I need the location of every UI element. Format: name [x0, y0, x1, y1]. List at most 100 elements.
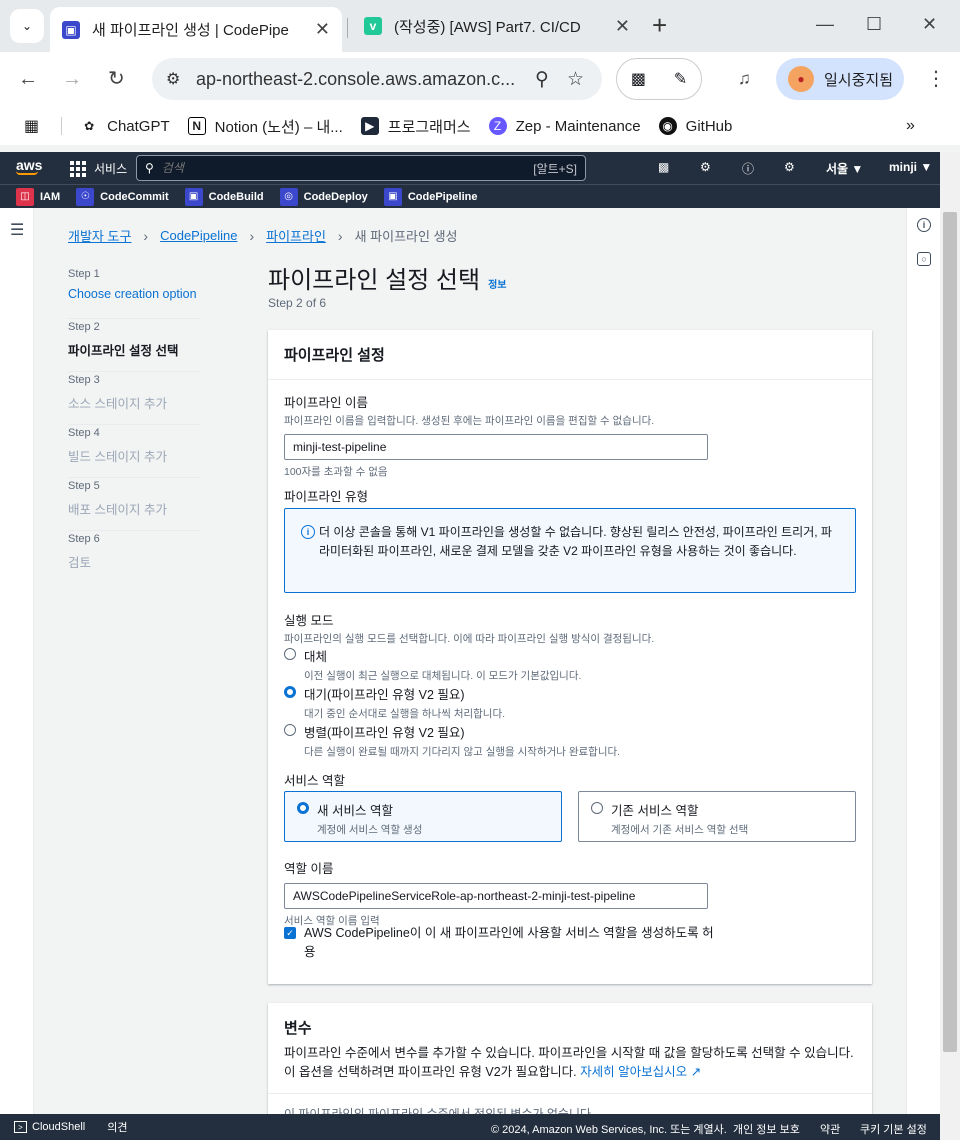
role-tile-new[interactable]: 새 서비스 역할 계정에 서비스 역할 생성 — [284, 791, 562, 842]
page-subtitle: Step 2 of 6 — [268, 296, 327, 310]
chatgpt-icon: ✿ — [84, 119, 95, 133]
aws-logo[interactable]: aws — [16, 157, 42, 175]
url-text[interactable]: ap-northeast-2.console.aws.amazon.c... — [196, 69, 535, 90]
breadcrumb: 개발자 도구 › CodePipeline › 파이프라인 › 새 파이프라인 … — [68, 226, 458, 245]
radio-button-selected[interactable] — [297, 802, 309, 814]
more-bookmarks-icon[interactable]: » — [906, 117, 915, 135]
bookmark-star-icon[interactable]: ☆ — [567, 68, 584, 91]
forward-icon[interactable]: → — [62, 68, 82, 90]
zep-icon: Z — [488, 117, 507, 135]
profile-paused-button[interactable]: ● 일시중지됨 — [776, 58, 904, 100]
favorite-codebuild[interactable]: ▣ CodeBuild — [184, 187, 264, 206]
notifications-bell-icon[interactable]: ⚙ — [700, 160, 711, 174]
privacy-link[interactable]: 개인 정보 보호 — [733, 1121, 800, 1137]
extension-icon[interactable]: ▩ — [631, 69, 646, 89]
page-title-row: 파이프라인 설정 선택 정보 — [268, 260, 506, 295]
breadcrumb-codepipeline[interactable]: CodePipeline — [160, 228, 237, 243]
bookmark-programmers[interactable]: ▶ 프로그래머스 — [360, 116, 471, 137]
avatar: ● — [788, 66, 814, 92]
radio-button-selected[interactable] — [284, 686, 296, 698]
field-label: 실행 모드 — [284, 614, 334, 628]
field-label: 역할 이름 — [284, 862, 334, 876]
close-window-icon[interactable]: ✕ — [922, 14, 937, 35]
favorite-iam[interactable]: ◫ IAM — [16, 187, 60, 206]
mode-option-superseded[interactable]: 대체 이전 실행이 최근 실행으로 대체됩니다. 이 모드가 기본값입니다. — [284, 646, 581, 683]
maximize-icon[interactable]: ☐ — [866, 14, 882, 35]
hamburger-menu-icon[interactable]: ☰ — [10, 220, 24, 240]
account-menu[interactable]: minji ▼ — [889, 160, 932, 174]
right-side-rail: i ○ — [906, 208, 940, 1114]
aws-logo-text: aws — [16, 157, 43, 173]
tile-title: 기존 서비스 역할 — [611, 804, 699, 818]
chevron-right-icon: › — [249, 227, 255, 244]
services-menu[interactable]: 서비스 — [70, 160, 127, 177]
settings-gear-icon[interactable]: ⚙ — [784, 160, 795, 174]
tab-title: (작성중) [AWS] Part7. CI/CD — [394, 18, 581, 36]
bookmark-chatgpt[interactable]: ✿ ChatGPT — [80, 117, 170, 135]
browser-tab-active[interactable]: ▣ 새 파이프라인 생성 | CodePipe ✕ — [50, 7, 342, 52]
bookmarks-bar: ▦ ✿ ChatGPT N Notion (노션) – 내... ▶ 프로그래머… — [0, 107, 960, 145]
role-name-input[interactable] — [284, 883, 708, 909]
chevron-down-icon: ⌄ — [21, 19, 33, 33]
mode-option-queued[interactable]: 대기(파이프라인 유형 V2 필요) 대기 중인 순서대로 실행을 하나씩 처리합… — [284, 684, 505, 721]
favorite-label: CodePipeline — [407, 190, 478, 203]
info-link[interactable]: 정보 — [488, 276, 506, 291]
step-label: 검토 — [68, 556, 92, 570]
breadcrumb-pipelines[interactable]: 파이프라인 — [266, 226, 326, 245]
scrollbar-thumb[interactable] — [943, 212, 957, 1052]
back-icon[interactable]: ← — [18, 68, 38, 90]
radio-button[interactable] — [284, 648, 296, 660]
cookie-preferences-link[interactable]: 쿠키 기본 설정 — [860, 1121, 927, 1137]
codecommit-icon: ☉ — [76, 187, 95, 206]
step-label: 소스 스테이지 추가 — [68, 397, 167, 411]
variables-desc-text: 파이프라인 수준에서 변수를 추가할 수 있습니다. 파이프라인을 시작할 때 … — [284, 1046, 854, 1079]
address-bar[interactable]: ⚙ ap-northeast-2.console.aws.amazon.c...… — [152, 58, 602, 100]
bookmark-zep[interactable]: Z Zep - Maintenance — [488, 117, 641, 135]
media-control-icon[interactable]: ♫ — [738, 68, 751, 90]
favorite-codedeploy[interactable]: ◎ CodeDeploy — [279, 187, 368, 206]
region-selector[interactable]: 서울 ▼ — [826, 160, 863, 177]
close-icon[interactable]: ✕ — [615, 16, 630, 37]
zoom-icon[interactable]: ⚲ — [535, 68, 549, 91]
browser-tab[interactable]: v (작성중) [AWS] Part7. CI/CD ✕ — [352, 7, 642, 45]
search-input[interactable] — [161, 161, 534, 175]
site-info-icon[interactable]: ⚙ — [166, 69, 196, 89]
favorite-codecommit[interactable]: ☉ CodeCommit — [76, 187, 169, 206]
cloudshell-icon[interactable]: ▩ — [658, 160, 669, 174]
radio-button[interactable] — [591, 802, 603, 814]
mode-option-parallel[interactable]: 병렬(파이프라인 유형 V2 필요) 다른 실행이 완료될 때까지 기다리지 않고… — [284, 722, 620, 759]
step-link[interactable]: Choose creation option — [68, 287, 200, 301]
role-tile-existing[interactable]: 기존 서비스 역할 계정에서 기존 서비스 역할 선택 — [578, 791, 856, 842]
radio-button[interactable] — [284, 724, 296, 736]
breadcrumb-dev-tools[interactable]: 개발자 도구 — [68, 226, 131, 245]
pipeline-name-input[interactable] — [284, 434, 708, 460]
bookmark-github[interactable]: ◉ GitHub — [658, 117, 732, 135]
cloudshell-button[interactable]: > CloudShell — [14, 1121, 85, 1133]
favorite-codepipeline[interactable]: ▣ CodePipeline — [383, 187, 478, 206]
bookmark-notion[interactable]: N Notion (노션) – 내... — [187, 116, 343, 137]
external-link-icon: ↗ — [690, 1065, 702, 1079]
aws-search[interactable]: ⚲ [알트+S] — [136, 155, 586, 181]
help-icon[interactable]: ⓘ — [742, 160, 754, 177]
tab-divider — [347, 18, 348, 38]
new-tab-button[interactable]: + — [652, 12, 667, 38]
reload-icon[interactable]: ↻ — [108, 68, 125, 90]
info-panel-icon[interactable]: i — [917, 218, 931, 232]
allow-role-checkbox[interactable]: ✓ AWS CodePipeline이 이 새 파이프라인에 사용할 서비스 역… — [284, 924, 714, 962]
field-description: 파이프라인의 실행 모드를 선택합니다. 이에 따라 파이프라인 실행 방식이 … — [284, 633, 655, 645]
learn-more-link[interactable]: 자세히 알아보십시오 ↗ — [580, 1065, 701, 1079]
feedback-link[interactable]: 의견 — [107, 1119, 127, 1135]
apps-grid-icon[interactable]: ▦ — [24, 116, 39, 136]
minimize-icon[interactable]: — — [816, 14, 834, 35]
feedback-panel-icon[interactable]: ○ — [917, 252, 931, 266]
puzzle-icon[interactable]: ✎ — [674, 69, 687, 89]
checkbox-checked[interactable]: ✓ — [284, 927, 296, 939]
bookmark-label: 프로그래머스 — [387, 118, 471, 136]
velog-icon: v — [364, 17, 382, 35]
terms-link[interactable]: 약관 — [820, 1121, 840, 1137]
tab-search-button[interactable]: ⌄ — [10, 9, 44, 43]
step-number: Step 5 — [68, 480, 100, 492]
page-scrollbar[interactable] — [940, 152, 960, 1140]
more-menu-icon[interactable]: ⋮ — [926, 68, 946, 90]
close-icon[interactable]: ✕ — [315, 19, 330, 40]
